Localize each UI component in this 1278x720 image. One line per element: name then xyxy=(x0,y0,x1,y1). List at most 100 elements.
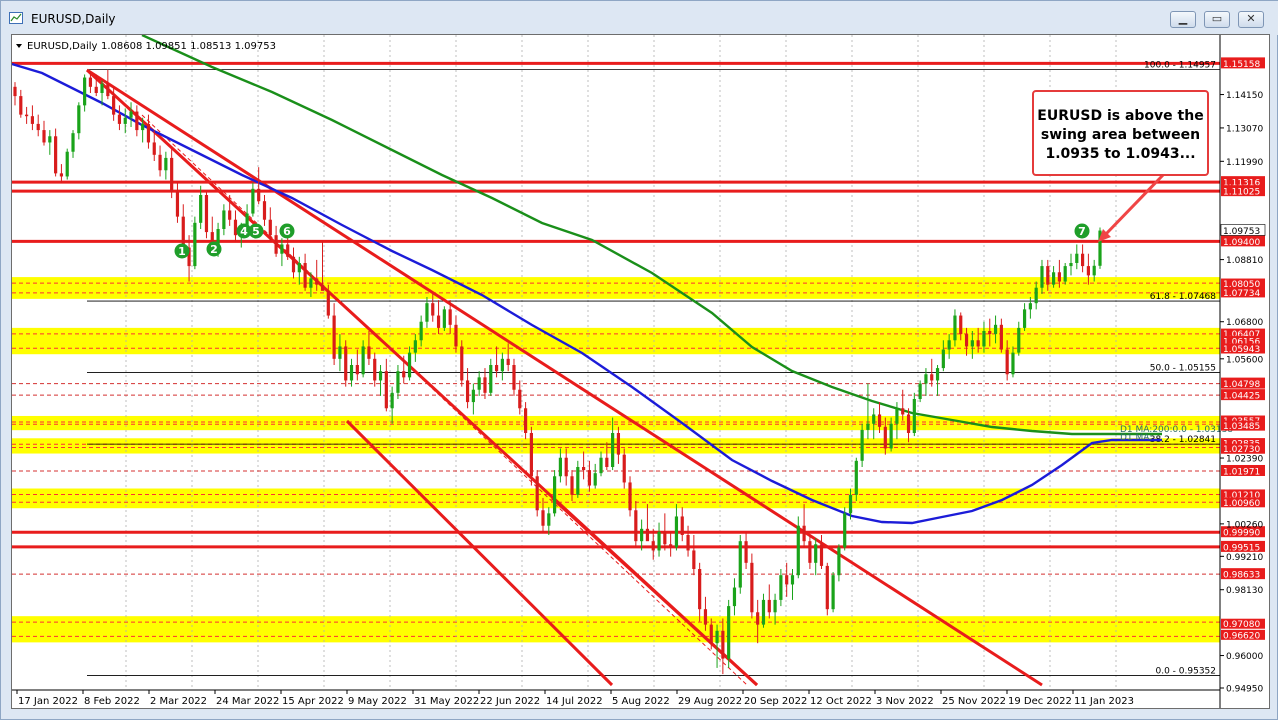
candle-body xyxy=(286,244,290,257)
candle-body xyxy=(744,541,748,563)
candle-body xyxy=(373,358,377,381)
price-tag-label: 1.07734 xyxy=(1223,289,1260,299)
candle-body xyxy=(257,188,261,202)
support-resistance-zones xyxy=(12,277,1220,643)
swing-marker-label: 2 xyxy=(210,243,218,256)
candle-body xyxy=(268,219,272,236)
candle-body xyxy=(906,414,911,433)
candle-body xyxy=(935,368,940,381)
candle-body xyxy=(413,340,417,353)
time-tick-label: 11 Jan 2023 xyxy=(1074,696,1134,707)
candle-body xyxy=(54,136,58,174)
candle-body xyxy=(146,123,151,143)
candle-body xyxy=(721,630,725,659)
price-tag-label: 1.05943 xyxy=(1223,345,1260,355)
candle-body xyxy=(1092,265,1096,276)
candle-body xyxy=(320,284,325,291)
time-tick-label: 24 Mar 2022 xyxy=(216,696,279,707)
candle-body xyxy=(582,467,586,471)
candle-body xyxy=(42,130,46,143)
candle-body xyxy=(529,433,533,477)
price-tick-label: 0.94950 xyxy=(1226,685,1263,695)
candle-body xyxy=(918,383,922,399)
candle-body xyxy=(361,346,365,375)
candle-body xyxy=(872,414,876,424)
candle-body xyxy=(756,612,760,625)
candle-body xyxy=(982,331,986,347)
candle-body xyxy=(709,624,713,644)
candle-body xyxy=(65,151,69,177)
candle-body xyxy=(315,278,319,285)
price-tag-label: 0.98633 xyxy=(1223,571,1260,581)
candle-body xyxy=(523,408,528,433)
candle-body xyxy=(117,114,122,124)
candle-body xyxy=(547,513,551,526)
candle-body xyxy=(77,105,81,134)
fib-label: 61.8 - 1.07468 xyxy=(1150,292,1216,302)
ohlc-readout: 1.08608 1.09851 1.08513 1.09753 xyxy=(101,41,276,52)
candle-body xyxy=(663,531,667,545)
candle-body xyxy=(367,346,371,359)
candle-body xyxy=(860,429,864,461)
candle-body xyxy=(396,371,400,393)
restore-button[interactable]: ▭ xyxy=(1204,11,1230,28)
candle-body xyxy=(1069,263,1073,267)
time-tick-label: 17 Jan 2022 xyxy=(18,696,78,707)
candle-body xyxy=(454,324,458,347)
price-tick-label: 1.00260 xyxy=(1226,520,1263,530)
candle-body xyxy=(88,77,93,87)
candle-body xyxy=(628,482,632,511)
time-tick-label: 22 Jun 2022 xyxy=(480,696,540,707)
candle-body xyxy=(204,195,209,233)
candle-body xyxy=(1051,272,1056,285)
collapse-triangle-icon[interactable] xyxy=(16,44,22,48)
candle-body xyxy=(407,352,412,378)
candle-body xyxy=(674,516,679,548)
window-title: EURUSD,Daily xyxy=(31,12,116,26)
fib-label: 50.0 - 1.05155 xyxy=(1150,364,1216,374)
candle-body xyxy=(71,133,75,152)
candle-body xyxy=(535,476,539,511)
candle-body xyxy=(1080,253,1085,267)
title-bar[interactable]: EURUSD,Daily ▁ ▭ ✕ xyxy=(1,1,1278,35)
price-tag-label: 1.03485 xyxy=(1223,422,1260,432)
annotation-callout: EURUSD is above the swing area between 1… xyxy=(1032,90,1209,176)
time-tick-label: 15 Apr 2022 xyxy=(282,696,344,707)
candle-body xyxy=(1040,266,1044,288)
candle-body xyxy=(715,630,719,644)
candle-body xyxy=(999,324,1003,350)
candle-body xyxy=(94,86,98,93)
candle-body xyxy=(837,547,841,576)
candle-body xyxy=(1063,266,1067,282)
candle-body xyxy=(297,263,301,273)
price-tick-label: 1.13070 xyxy=(1226,124,1263,134)
candle-body xyxy=(338,346,342,359)
close-button[interactable]: ✕ xyxy=(1238,11,1264,28)
candle-body xyxy=(436,315,441,328)
price-tag-label: 1.15158 xyxy=(1223,60,1260,70)
candle-body xyxy=(448,309,452,325)
price-tick-label: 1.14150 xyxy=(1226,91,1263,101)
candle-body xyxy=(112,96,116,115)
candle-body xyxy=(599,457,603,474)
swing-marker-label: 4 xyxy=(240,225,248,238)
minimize-button[interactable]: ▁ xyxy=(1170,11,1196,28)
time-axis: 17 Jan 2022 8 Feb 2022 2 Mar 2022 24 Mar 20… xyxy=(12,689,1220,707)
candle-body xyxy=(558,457,562,477)
price-tag-label: 0.96620 xyxy=(1223,631,1260,641)
candle-body xyxy=(48,136,52,143)
candle-body xyxy=(141,123,145,131)
candle-body xyxy=(686,535,690,551)
candle-body xyxy=(228,210,232,220)
candle-body xyxy=(1022,309,1027,328)
candle-body xyxy=(506,358,510,365)
ma-label: D1 MA: xyxy=(1120,433,1152,443)
price-axis: 1.080501.077341.064071.061561.059431.035… xyxy=(1219,35,1266,708)
yellow-zone xyxy=(12,327,1220,355)
candle-body xyxy=(199,195,203,223)
candle-body xyxy=(13,86,17,97)
candle-body xyxy=(970,340,974,347)
candle-body xyxy=(854,460,858,495)
candle-body xyxy=(355,365,359,375)
yellow-zone xyxy=(12,438,1220,454)
